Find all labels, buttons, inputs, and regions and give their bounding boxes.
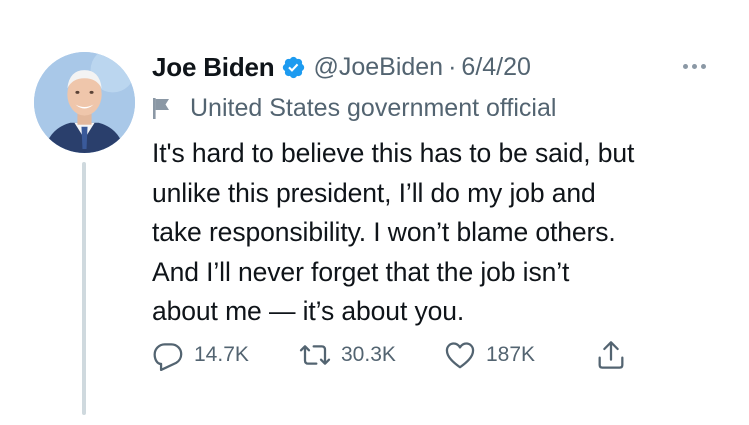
flag-icon [152,96,172,120]
verified-badge-icon [281,55,306,80]
share-button[interactable] [595,338,627,372]
author-name[interactable]: Joe Biden [152,52,275,83]
account-label[interactable]: United States government official [152,92,556,124]
separator-dot: · [448,52,457,81]
tweet-text: It's hard to believe this has to be said… [152,134,727,332]
tweet[interactable]: Joe Biden @JoeBiden · 6/4/20 United Stat… [0,0,749,425]
more-options-icon[interactable] [683,56,706,76]
thread-line [82,162,86,415]
more-dot [683,63,688,69]
retweet-count: 30.3K [341,343,396,366]
tweet-date[interactable]: 6/4/20 [461,53,531,82]
retweet-button[interactable]: 30.3K [299,338,396,372]
retweet-icon [299,339,331,371]
account-label-text: United States government official [190,93,557,122]
reply-button[interactable]: 14.7K [152,338,249,372]
avatar-image [34,52,135,153]
tweet-text-line: And I’ll never forget that the job isn’t [152,256,570,287]
tweet-text-line: It's hard to believe this has to be said… [152,138,635,168]
heart-icon [444,339,476,371]
reply-count: 14.7K [194,343,249,366]
reply-icon [152,339,184,371]
avatar[interactable] [34,52,135,153]
tweet-header: Joe Biden @JoeBiden · 6/4/20 [152,50,531,84]
tweet-actions: 14.7K 30.3K 187K [152,338,652,372]
more-dot [701,63,706,69]
author-handle[interactable]: @JoeBiden [313,53,443,82]
tweet-text-line: about me — it’s about you. [152,296,465,326]
tweet-text-line: take responsibility. I won’t blame other… [152,217,616,247]
like-count: 187K [486,343,536,366]
like-button[interactable]: 187K [444,338,535,372]
more-dot [692,63,697,69]
share-icon [595,339,627,371]
tweet-text-line: unlike this president, I’ll do my job an… [152,177,596,208]
